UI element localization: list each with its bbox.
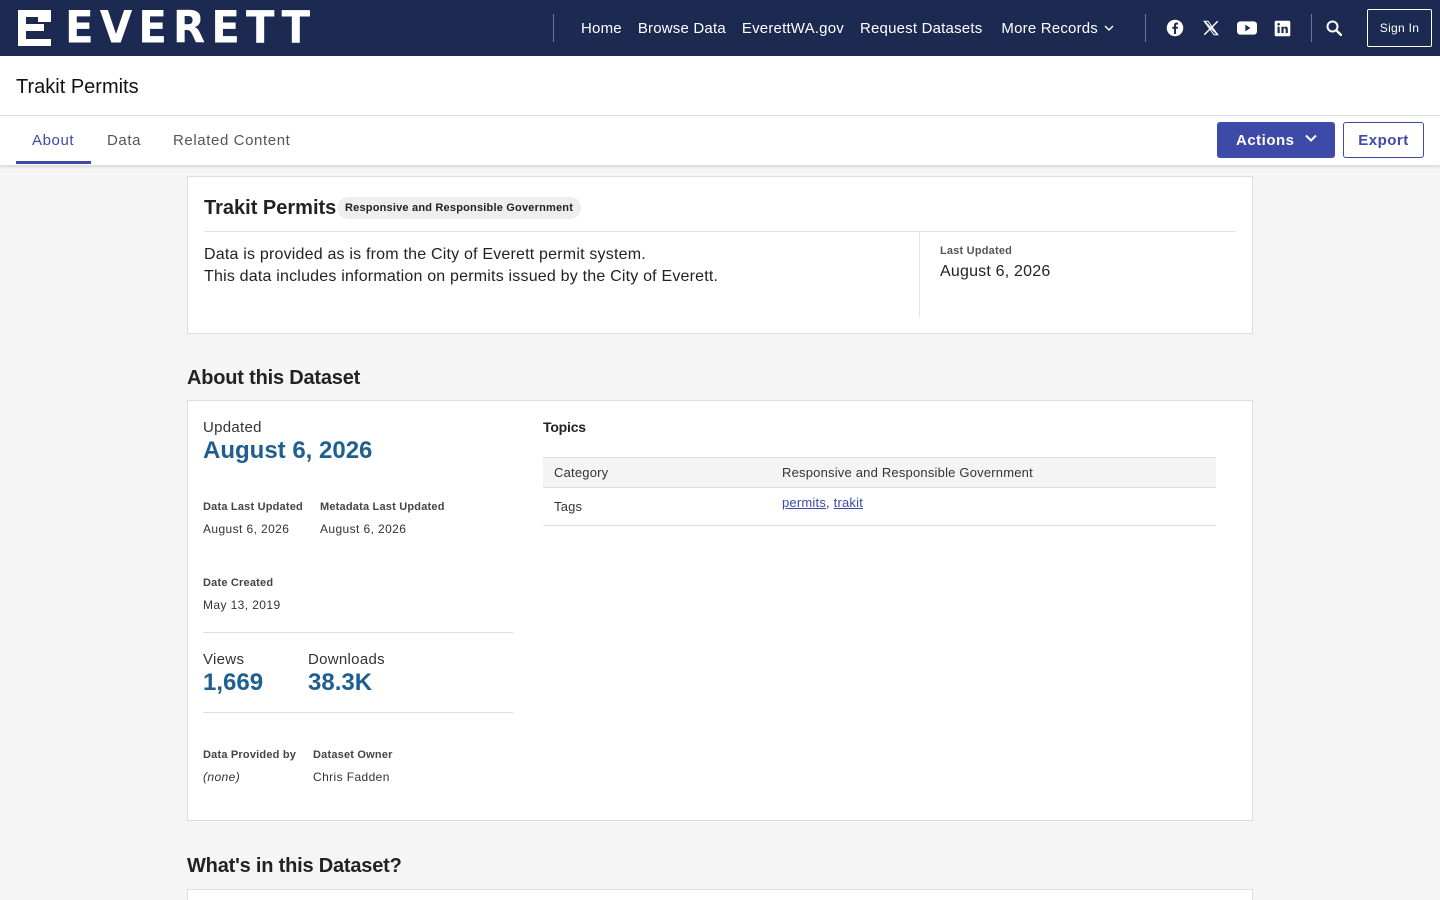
actions-button-label: Actions xyxy=(1236,131,1295,149)
dataset-description: Data is provided as is from the City of … xyxy=(204,244,718,288)
date-created-label: Date Created xyxy=(203,577,274,589)
about-dataset-card: Updated August 6, 2026 Data Last Updated… xyxy=(187,400,1253,821)
category-badge: Responsive and Responsible Government xyxy=(337,197,582,219)
table-row: Tags permits, trakit xyxy=(543,487,1216,526)
nav-everettwa-gov[interactable]: EverettWA.gov xyxy=(742,20,844,37)
x-icon[interactable] xyxy=(1200,17,1222,39)
category-key: Category xyxy=(543,457,771,488)
data-last-updated-label: Data Last Updated xyxy=(203,501,303,513)
active-tab-indicator xyxy=(16,161,91,164)
topics-table: Category Responsive and Responsible Gove… xyxy=(543,457,1216,526)
nav-request-datasets[interactable]: Request Datasets xyxy=(860,20,982,37)
summary-divider xyxy=(204,231,1236,232)
table-row: Category Responsive and Responsible Gove… xyxy=(543,457,1216,488)
sign-in-button[interactable]: Sign In xyxy=(1367,9,1432,47)
facebook-icon[interactable] xyxy=(1164,17,1186,39)
linkedin-icon[interactable] xyxy=(1271,17,1293,39)
top-navigation-bar: EVERETT Home Browse Data EverettWA.gov R… xyxy=(0,0,1440,56)
updated-value: August 6, 2026 xyxy=(203,437,373,464)
views-label: Views xyxy=(203,651,245,668)
nav-divider xyxy=(553,14,554,42)
tag-link-trakit[interactable]: trakit xyxy=(834,495,863,510)
topics-title: Topics xyxy=(543,419,586,435)
whats-in-dataset-card xyxy=(187,889,1253,900)
dataset-owner-value: Chris Fadden xyxy=(313,770,390,784)
export-button[interactable]: Export xyxy=(1343,122,1424,158)
chevron-down-icon xyxy=(1104,25,1114,31)
page-title-bar: Trakit Permits xyxy=(0,56,1440,116)
search-divider xyxy=(1311,14,1312,42)
search-icon[interactable] xyxy=(1323,17,1345,39)
tag-link-permits[interactable]: permits xyxy=(782,495,826,510)
everett-logo-mark-icon xyxy=(18,10,51,46)
last-updated-label: Last Updated xyxy=(940,245,1013,257)
date-created-value: May 13, 2019 xyxy=(203,598,281,612)
nav-browse-data[interactable]: Browse Data xyxy=(638,20,726,37)
actions-button[interactable]: Actions xyxy=(1217,122,1335,158)
data-provided-by-value: (none) xyxy=(203,770,241,784)
downloads-label: Downloads xyxy=(308,651,385,668)
tabs-bar: About Data Related Content Actions Expor… xyxy=(0,116,1440,165)
whats-in-dataset-heading: What's in this Dataset? xyxy=(187,855,402,877)
category-value: Responsive and Responsible Government xyxy=(771,457,1216,488)
tag-separator: , xyxy=(826,495,834,510)
metadata-last-updated-value: August 6, 2026 xyxy=(320,522,407,536)
views-value: 1,669 xyxy=(203,669,264,696)
social-divider xyxy=(1145,14,1146,42)
chevron-down-icon xyxy=(1305,134,1317,142)
everett-logo[interactable]: EVERETT xyxy=(18,1,317,54)
dataset-title: Trakit Permits xyxy=(204,197,337,219)
stats-bottom-divider xyxy=(203,712,513,713)
page-title: Trakit Permits xyxy=(16,76,139,98)
nav-more-records-label: More Records xyxy=(1001,19,1099,37)
tags-value: permits, trakit xyxy=(771,487,1216,526)
nav-more-records[interactable]: More Records xyxy=(1001,20,1114,37)
main-nav: Home Browse Data EverettWA.gov Request D… xyxy=(581,0,1130,56)
updated-label: Updated xyxy=(203,419,262,436)
tab-related-content[interactable]: Related Content xyxy=(173,132,290,149)
description-line: This data includes information on permit… xyxy=(204,268,719,285)
youtube-icon[interactable] xyxy=(1236,17,1258,39)
logo-text: EVERETT xyxy=(65,1,317,54)
summary-vertical-divider xyxy=(919,232,920,317)
last-updated-value: August 6, 2026 xyxy=(940,263,1051,280)
dataset-summary-card: Trakit Permits Responsive and Responsibl… xyxy=(187,176,1253,334)
downloads-value: 38.3K xyxy=(308,669,373,696)
stats-top-divider xyxy=(203,632,513,633)
tab-data[interactable]: Data xyxy=(107,132,141,149)
about-dataset-heading: About this Dataset xyxy=(187,367,361,389)
tags-key: Tags xyxy=(543,487,771,526)
nav-home[interactable]: Home xyxy=(581,20,622,37)
tab-about[interactable]: About xyxy=(32,132,74,149)
data-provided-by-label: Data Provided by xyxy=(203,749,297,761)
description-line: Data is provided as is from the City of … xyxy=(204,246,646,263)
dataset-owner-label: Dataset Owner xyxy=(313,749,393,761)
metadata-last-updated-label: Metadata Last Updated xyxy=(320,501,445,513)
data-last-updated-value: August 6, 2026 xyxy=(203,522,290,536)
